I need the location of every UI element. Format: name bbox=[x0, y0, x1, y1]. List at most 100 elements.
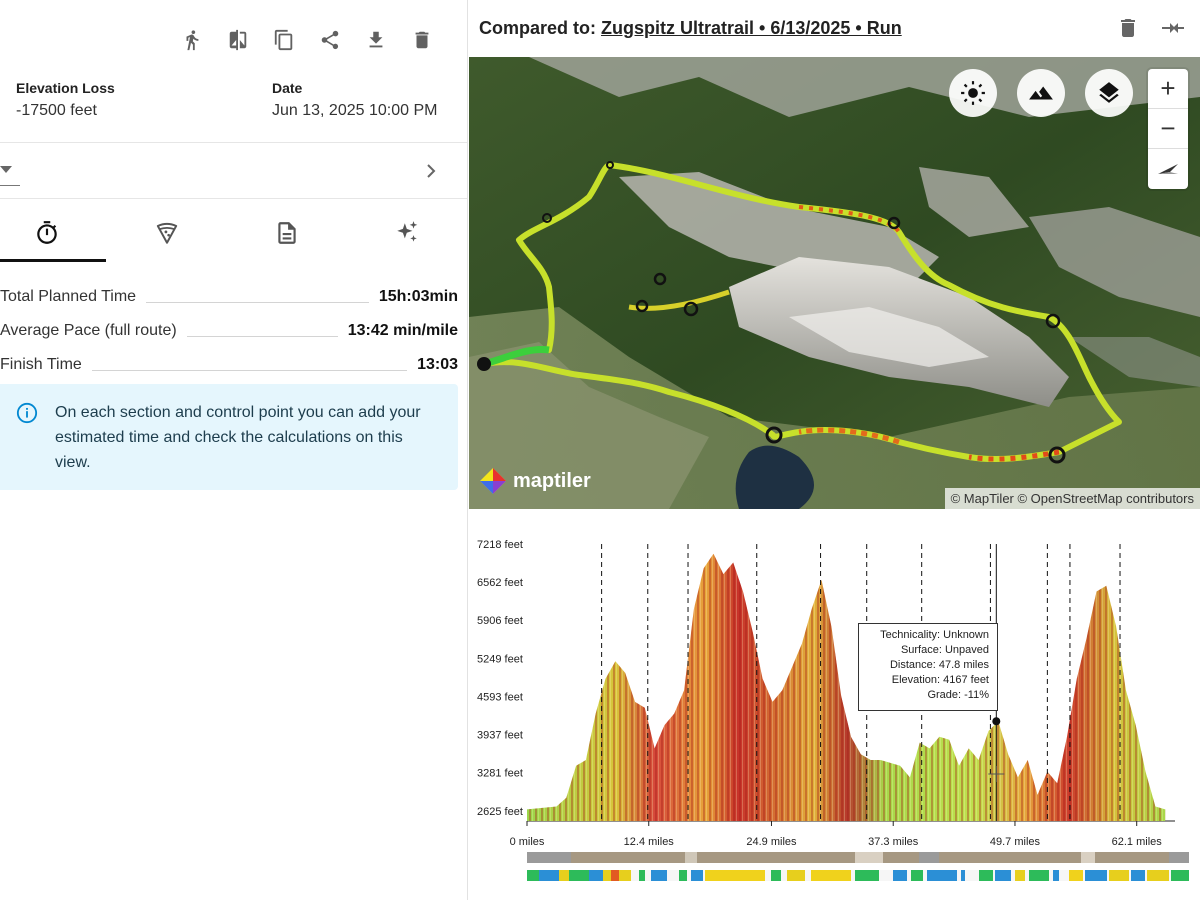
technicality-segment bbox=[691, 870, 703, 881]
elevation-chart[interactable]: 7218 feet 6562 feet 5906 feet 5249 feet 4593… bbox=[469, 509, 1200, 900]
elevation-loss-value: -17500 feet bbox=[16, 102, 97, 119]
light-mode-button[interactable] bbox=[949, 69, 997, 117]
technicality-segment bbox=[559, 870, 569, 881]
leader-line bbox=[186, 335, 338, 337]
info-alert: On each section and control point you ca… bbox=[0, 384, 458, 490]
info-icon bbox=[16, 402, 38, 424]
date-label: Date bbox=[272, 80, 303, 96]
x-axis: 0 miles 12.4 miles 24.9 miles 37.3 miles 49.… bbox=[510, 820, 1175, 848]
finish-time-value: 13:03 bbox=[417, 356, 458, 373]
compare-button[interactable] bbox=[215, 22, 261, 58]
tab-notes[interactable] bbox=[234, 204, 340, 262]
technicality-segment bbox=[569, 870, 589, 881]
surface-segment bbox=[855, 852, 883, 863]
compared-route-link[interactable]: Zugspitz Ultratrail • 6/13/2025 • Run bbox=[601, 18, 902, 38]
collapse-icon[interactable] bbox=[1160, 16, 1186, 40]
technicality-segment bbox=[771, 870, 781, 881]
leader-line bbox=[146, 301, 369, 303]
maptiler-wordmark: maptiler bbox=[513, 469, 591, 492]
compass-icon bbox=[1158, 164, 1178, 174]
terrain-toggle-button[interactable] bbox=[1017, 69, 1065, 117]
maptiler-logo: maptiler bbox=[479, 467, 591, 495]
tooltip-elevation: Elevation: 4167 feet bbox=[891, 674, 989, 686]
run-icon bbox=[186, 30, 199, 51]
finish-time-label: Finish Time bbox=[0, 356, 82, 373]
document-icon bbox=[278, 222, 296, 244]
technicality-segment bbox=[705, 870, 765, 881]
start-point[interactable] bbox=[477, 357, 491, 371]
compare-title: Compared to: Zugspitz Ultratrail • 6/13/… bbox=[479, 18, 902, 39]
info-text: On each section and control point you ca… bbox=[55, 404, 421, 471]
technicality-segment bbox=[1015, 870, 1025, 881]
x-tick-label: 12.4 miles bbox=[624, 836, 675, 848]
average-pace-label: Average Pace (full route) bbox=[0, 322, 177, 339]
route-stats: Elevation Loss -17500 feet Date Jun 13, … bbox=[16, 80, 467, 140]
tooltip-distance: Distance: 47.8 miles bbox=[889, 659, 989, 671]
date-value: Jun 13, 2025 10:00 PM bbox=[272, 102, 438, 119]
layers-button[interactable] bbox=[1085, 69, 1133, 117]
tab-ai[interactable] bbox=[354, 204, 460, 262]
download-icon bbox=[369, 31, 383, 48]
elevation-loss-stat: Elevation Loss -17500 feet bbox=[16, 80, 115, 120]
technicality-bars bbox=[527, 870, 1189, 881]
delete-button[interactable] bbox=[399, 22, 445, 58]
trash-icon[interactable] bbox=[1116, 16, 1140, 40]
tooltip-technicality: Technicality: Unknown bbox=[880, 629, 989, 641]
share-icon bbox=[321, 30, 339, 50]
technicality-segment bbox=[1171, 870, 1189, 881]
divider bbox=[0, 198, 467, 199]
average-pace-value: 13:42 min/mile bbox=[347, 322, 458, 339]
time-summary: Total Planned Time 15h:03min Average Pac… bbox=[0, 280, 458, 382]
duplicate-icon bbox=[274, 29, 293, 51]
chart-tooltip: Technicality: Unknown Surface: Unpaved D… bbox=[858, 623, 998, 711]
x-tick-label: 62.1 miles bbox=[1112, 836, 1163, 848]
download-button[interactable] bbox=[353, 22, 399, 58]
elevation-profile[interactable]: 7218 feet 6562 feet 5906 feet 5249 feet 4593… bbox=[469, 509, 1200, 900]
technicality-segment bbox=[527, 870, 539, 881]
tab-nutrition[interactable] bbox=[114, 204, 220, 262]
technicality-segment bbox=[651, 870, 667, 881]
zoom-out-button[interactable]: − bbox=[1148, 109, 1188, 149]
x-tick-label: 49.7 miles bbox=[990, 836, 1041, 848]
technicality-segment bbox=[811, 870, 851, 881]
tab-timing[interactable] bbox=[0, 204, 100, 262]
technicality-segment bbox=[1131, 870, 1145, 881]
plan-panel: Elevation Loss -17500 feet Date Jun 13, … bbox=[0, 0, 468, 900]
y-axis: 7218 feet 6562 feet 5906 feet 5249 feet 4593… bbox=[477, 539, 523, 818]
zoom-in-button[interactable]: + bbox=[1148, 69, 1188, 109]
leader-line bbox=[91, 369, 408, 371]
maptiler-logo-icon bbox=[480, 468, 506, 494]
chevron-right-icon[interactable] bbox=[424, 162, 438, 180]
total-planned-time-label: Total Planned Time bbox=[0, 288, 137, 305]
y-tick-label: 6562 feet bbox=[477, 577, 523, 589]
elevation-loss-label: Elevation Loss bbox=[16, 80, 115, 96]
technicality-segment bbox=[787, 870, 805, 881]
stopwatch-icon bbox=[37, 221, 57, 244]
summary-row-total: Total Planned Time 15h:03min bbox=[0, 280, 458, 314]
compass-button[interactable] bbox=[1148, 149, 1188, 189]
duplicate-button[interactable] bbox=[261, 22, 307, 58]
technicality-segment bbox=[995, 870, 1011, 881]
section-selector[interactable] bbox=[0, 150, 467, 196]
compare-panel: Compared to: Zugspitz Ultratrail • 6/13/… bbox=[469, 0, 1200, 900]
technicality-segment bbox=[539, 870, 559, 881]
x-tick-label: 24.9 miles bbox=[746, 836, 797, 848]
x-tick-label: 37.3 miles bbox=[868, 836, 919, 848]
route-map[interactable]: + − maptiler © MapTiler © OpenStreetMap … bbox=[469, 57, 1200, 509]
compare-header: Compared to: Zugspitz Ultratrail • 6/13/… bbox=[469, 0, 1200, 57]
technicality-segment bbox=[1109, 870, 1129, 881]
terrain-map[interactable] bbox=[469, 57, 1200, 509]
caret-down-icon[interactable] bbox=[0, 166, 12, 174]
y-tick-label: 7218 feet bbox=[477, 539, 523, 551]
zoom-control: + − bbox=[1148, 69, 1188, 189]
surface-bars bbox=[527, 852, 1189, 863]
technicality-segment bbox=[611, 870, 619, 881]
map-attribution[interactable]: © MapTiler © OpenStreetMap contributors bbox=[944, 488, 1200, 509]
mountain-icon bbox=[1029, 86, 1053, 100]
technicality-segment bbox=[679, 870, 687, 881]
run-button[interactable] bbox=[169, 22, 215, 58]
technicality-segment bbox=[1053, 870, 1059, 881]
share-button[interactable] bbox=[307, 22, 353, 58]
summary-row-finish: Finish Time 13:03 bbox=[0, 348, 458, 382]
surface-segment bbox=[685, 852, 697, 863]
